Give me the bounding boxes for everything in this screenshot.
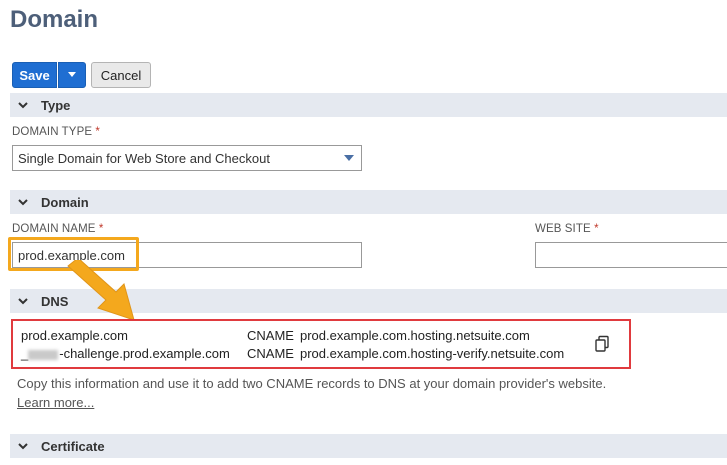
required-marker: * [95, 126, 100, 138]
dns-type: CNAME [247, 328, 294, 343]
dns-host-prefix: _ [21, 346, 29, 361]
dns-records-panel [11, 319, 631, 369]
dns-value: prod.example.com.hosting.netsuite.com [300, 328, 530, 343]
section-title: Domain [41, 194, 89, 210]
dns-type: CNAME [247, 346, 294, 361]
domain-type-label: DOMAIN TYPE * [12, 126, 100, 138]
caret-down-icon [344, 155, 354, 161]
section-title: Type [41, 97, 71, 113]
copy-icon[interactable] [594, 335, 612, 353]
cancel-button[interactable]: Cancel [91, 62, 151, 88]
chevron-down-icon [18, 443, 28, 450]
save-button[interactable]: Save [12, 62, 57, 88]
chevron-down-icon [18, 102, 28, 109]
redacted-text [28, 349, 59, 360]
dns-host-suffix: -challenge.prod.example.com [59, 346, 230, 361]
domain-type-value: Single Domain for Web Store and Checkout [18, 150, 270, 166]
chevron-down-icon [18, 199, 28, 206]
save-options-button[interactable] [58, 62, 86, 88]
section-title: Certificate [41, 438, 105, 454]
caret-down-icon [68, 72, 76, 77]
web-site-label: WEB SITE * [535, 223, 599, 235]
web-site-input[interactable] [535, 242, 727, 268]
dns-host: _ -challenge.prod.example.com [21, 346, 230, 361]
section-header-type[interactable]: Type [10, 93, 727, 117]
required-marker: * [594, 223, 599, 235]
domain-name-label: DOMAIN NAME * [12, 223, 104, 235]
dns-host: prod.example.com [21, 328, 128, 343]
learn-more-link[interactable]: Learn more... [17, 395, 94, 410]
page-title: Domain [10, 6, 99, 33]
required-marker: * [98, 223, 104, 235]
section-header-domain[interactable]: Domain [10, 190, 727, 214]
chevron-down-icon [18, 298, 28, 305]
section-header-certificate[interactable]: Certificate [10, 434, 727, 458]
domain-type-select[interactable]: Single Domain for Web Store and Checkout [12, 145, 362, 171]
dns-instructions: Copy this information and use it to add … [17, 376, 607, 391]
dns-value: prod.example.com.hosting-verify.netsuite… [300, 346, 565, 361]
